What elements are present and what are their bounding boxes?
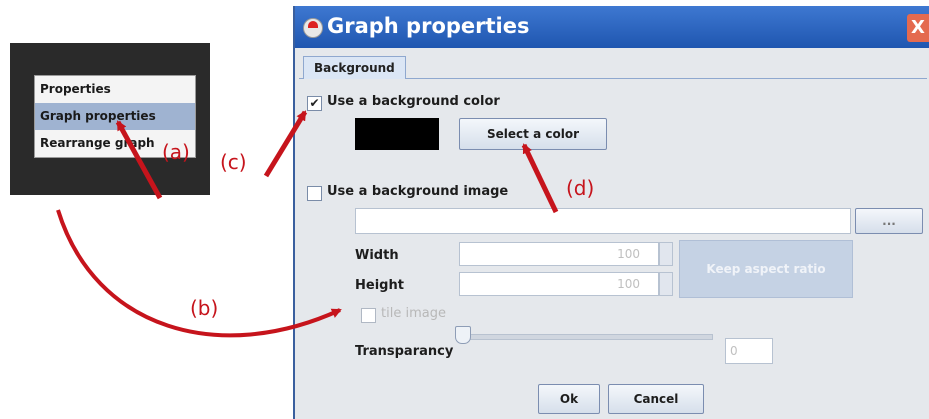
- browse-button[interactable]: ...: [855, 208, 923, 234]
- tile-image-label: tile image: [381, 306, 446, 321]
- width-spinner[interactable]: [659, 242, 673, 266]
- annotation-label-d: (d): [566, 176, 595, 200]
- close-button[interactable]: X: [907, 14, 929, 42]
- ok-button[interactable]: Ok: [538, 384, 600, 414]
- select-color-button[interactable]: Select a color: [459, 118, 607, 150]
- height-label: Height: [355, 278, 404, 293]
- annotation-label-a: (a): [162, 140, 190, 164]
- tile-image-checkbox[interactable]: [361, 308, 376, 323]
- use-bg-color-label: Use a background color: [327, 94, 500, 109]
- transparency-label: Transparancy: [355, 344, 454, 359]
- keep-aspect-ratio-button[interactable]: Keep aspect ratio: [679, 240, 853, 298]
- dialog-title: Graph properties: [327, 14, 530, 38]
- menu-item-properties[interactable]: Properties: [35, 76, 195, 103]
- menu-item-graph-properties[interactable]: Graph properties: [35, 103, 195, 130]
- use-bg-image-checkbox[interactable]: [307, 186, 322, 201]
- use-bg-color-checkbox[interactable]: ✔: [307, 96, 322, 111]
- image-path-input[interactable]: [355, 208, 851, 234]
- transparency-value-input[interactable]: 0: [725, 338, 773, 364]
- height-spinner[interactable]: [659, 272, 673, 296]
- tab-background[interactable]: Background: [303, 56, 406, 79]
- width-label: Width: [355, 248, 399, 263]
- transparency-slider-track[interactable]: [461, 334, 713, 340]
- cancel-button[interactable]: Cancel: [608, 384, 704, 414]
- tab-strip: Background: [299, 56, 927, 79]
- app-icon: [303, 18, 323, 38]
- width-input[interactable]: 100: [459, 242, 659, 266]
- annotation-label-b: (b): [190, 296, 219, 320]
- color-swatch: [355, 118, 439, 150]
- dialog-title-bar: Graph properties X: [295, 6, 929, 48]
- annotation-label-c: (c): [220, 150, 247, 174]
- height-input[interactable]: 100: [459, 272, 659, 296]
- graph-properties-dialog: Graph properties X Background ✔ Use a ba…: [293, 6, 929, 419]
- use-bg-image-label: Use a background image: [327, 184, 509, 199]
- transparency-slider-thumb[interactable]: [455, 326, 471, 344]
- context-menu-screenshot: Properties Graph properties Rearrange gr…: [10, 43, 210, 195]
